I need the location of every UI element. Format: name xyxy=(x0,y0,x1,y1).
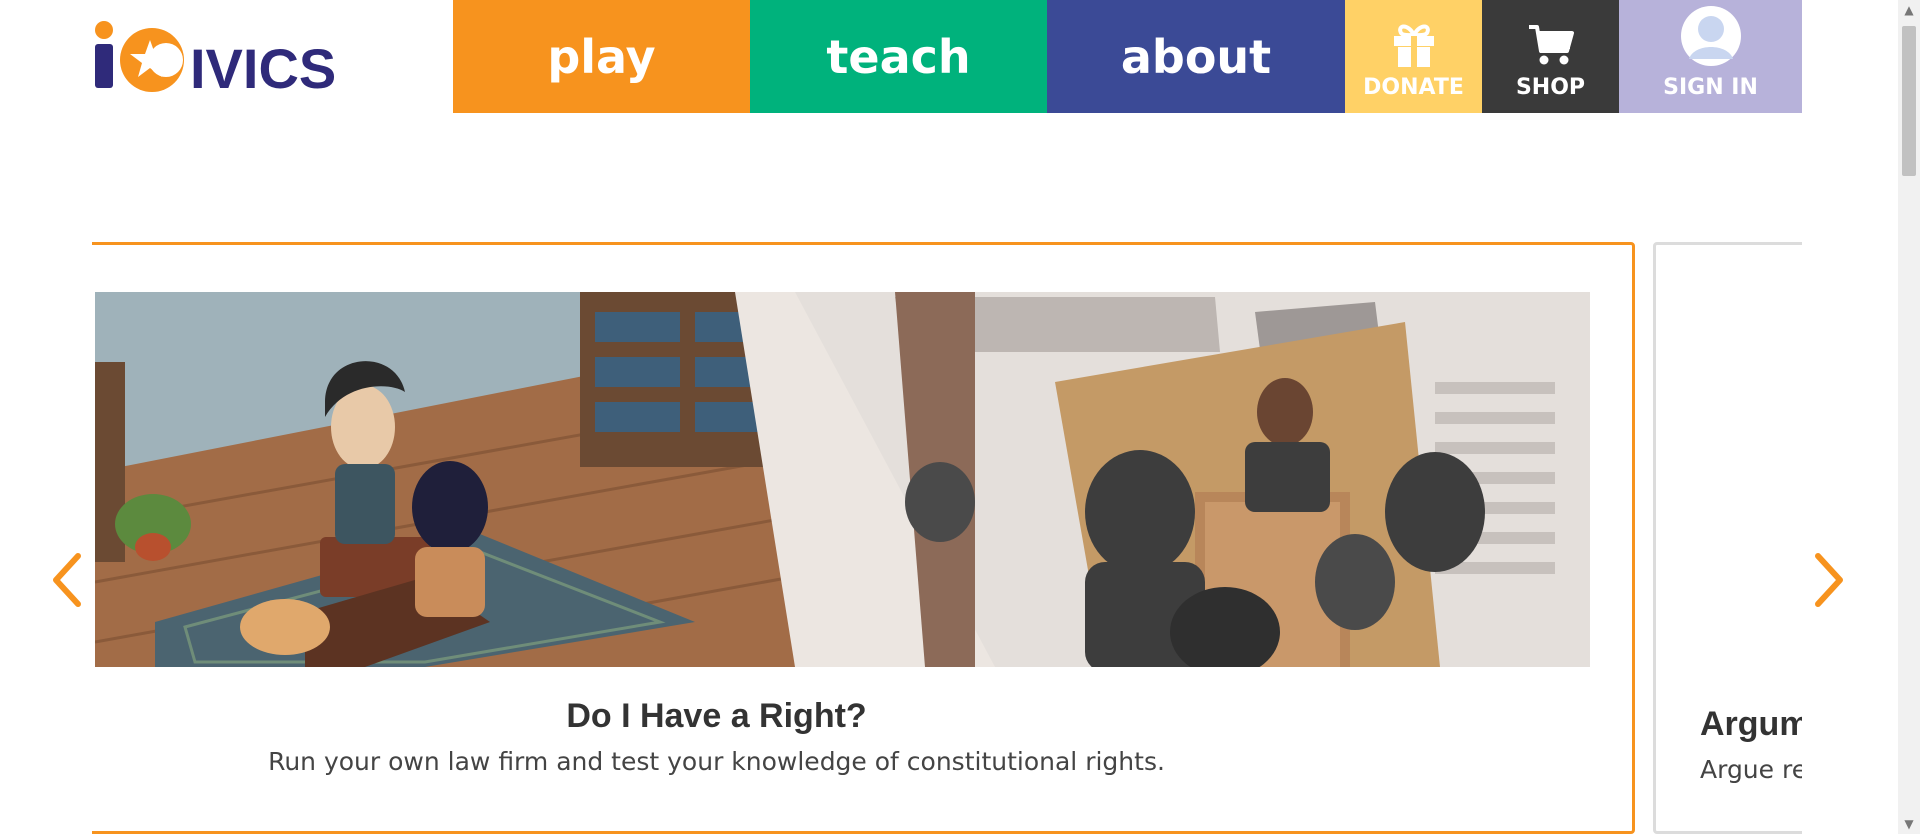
logo-mark: IVICS xyxy=(95,21,336,92)
slide-next-title[interactable]: Argum xyxy=(1700,705,1802,744)
carousel-slide-current[interactable]: Do I Have a Right? Run your own law firm… xyxy=(92,242,1635,834)
nav-teach[interactable]: teach xyxy=(750,0,1047,113)
svg-text:IVICS: IVICS xyxy=(190,37,336,92)
feature-carousel: Do I Have a Right? Run your own law firm… xyxy=(92,242,1802,834)
scroll-thumb[interactable] xyxy=(1902,26,1916,176)
nav-shop-label: SHOP xyxy=(1515,75,1586,100)
nav-about[interactable]: about xyxy=(1047,0,1345,113)
chevron-right-icon xyxy=(1815,553,1843,607)
icivics-logo[interactable]: IVICS xyxy=(92,18,376,92)
chevron-left-icon xyxy=(53,553,81,607)
nav-sign-in[interactable]: SIGN IN xyxy=(1619,0,1802,113)
page-scrollbar[interactable]: ▲ ▼ xyxy=(1898,0,1920,834)
avatar-icon xyxy=(1680,6,1742,67)
carousel-prev-button[interactable] xyxy=(48,550,88,610)
nav-donate-label: DONATE xyxy=(1363,75,1464,100)
slide-next-description: Argue re xyxy=(1700,755,1802,784)
nav-shop[interactable]: SHOP xyxy=(1482,0,1619,113)
carousel-slide-next[interactable]: Argum Argue re xyxy=(1653,242,1802,834)
slide-title[interactable]: Do I Have a Right? xyxy=(92,697,1638,736)
slide-illustration xyxy=(95,292,1590,667)
cart-icon xyxy=(1527,17,1575,67)
carousel-next-button[interactable] xyxy=(1808,550,1848,610)
scroll-up-icon[interactable]: ▲ xyxy=(1898,0,1920,20)
nav-play[interactable]: play xyxy=(453,0,750,113)
gift-icon xyxy=(1391,17,1437,67)
scroll-down-icon[interactable]: ▼ xyxy=(1898,814,1920,834)
nav-donate[interactable]: DONATE xyxy=(1345,0,1482,113)
nav-sign-in-label: SIGN IN xyxy=(1663,75,1758,100)
slide-description: Run your own law firm and test your know… xyxy=(268,747,1165,776)
